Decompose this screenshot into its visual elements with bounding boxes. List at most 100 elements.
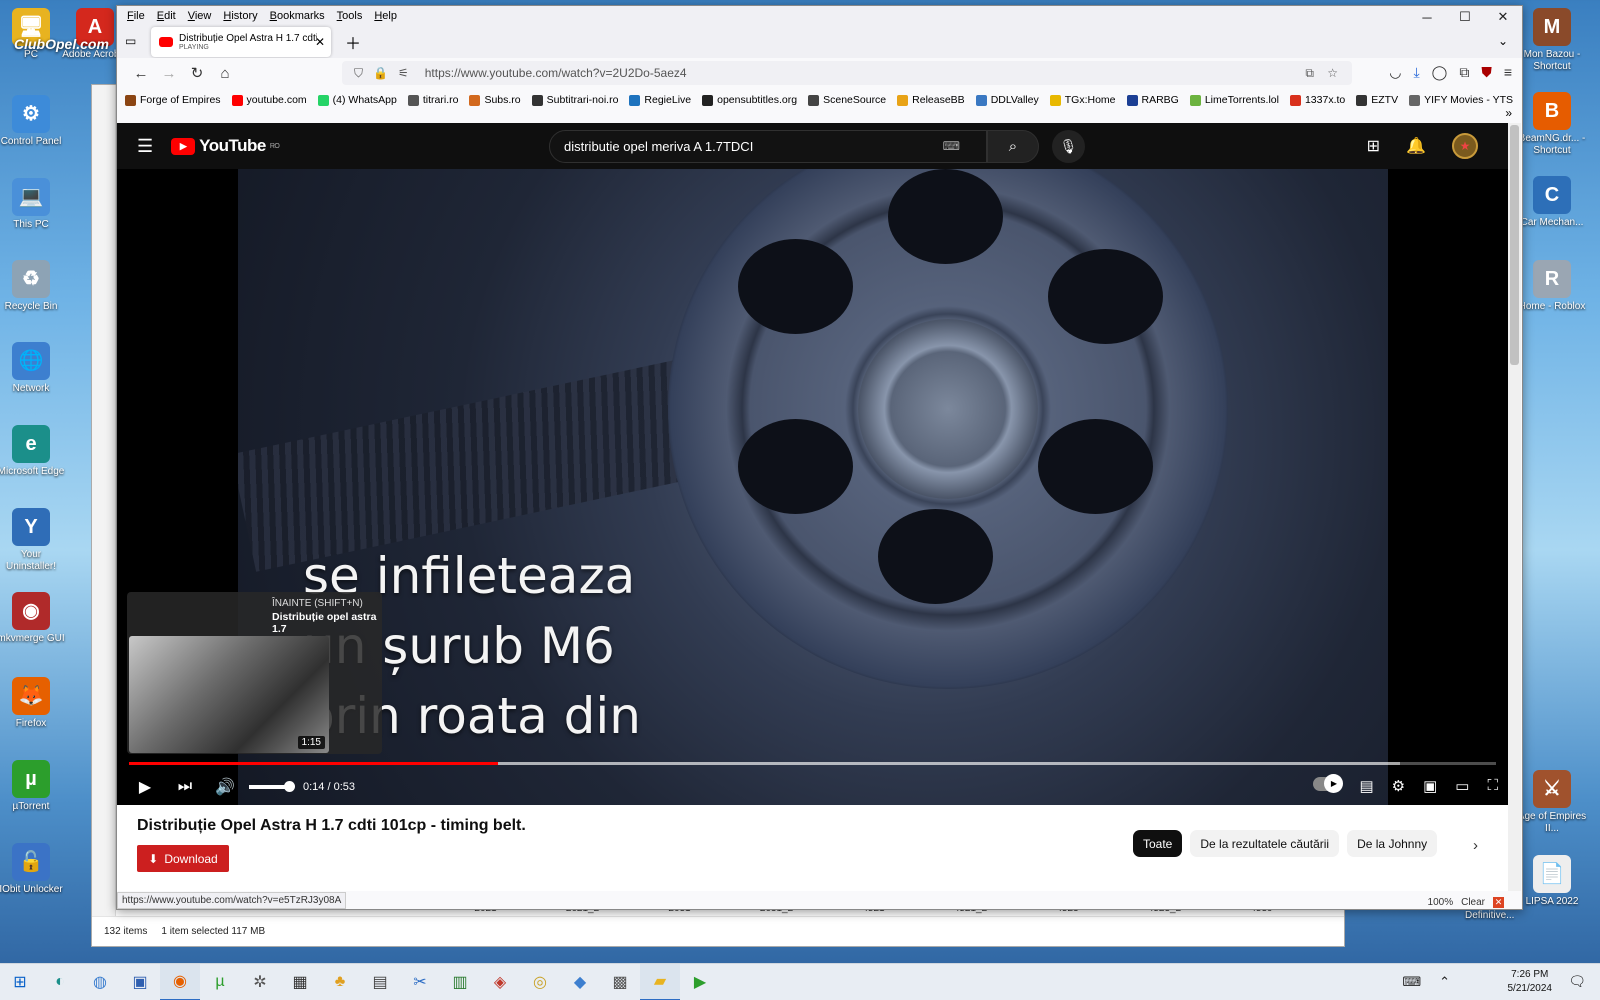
globe-icon[interactable]: ◍ — [80, 964, 120, 1000]
start-windows-icon[interactable]: ⊞ — [0, 964, 40, 1000]
calculator-taskbar-icon[interactable]: ▩ — [600, 964, 640, 1000]
more-bookmarks-icon[interactable]: » — [1505, 106, 1512, 120]
chip-1[interactable]: De la rezultatele căutării — [1190, 830, 1340, 857]
volume-slider[interactable] — [249, 781, 295, 792]
game-taskbar-icon[interactable]: ◈ — [480, 964, 520, 1000]
desktop-icon[interactable]: ♻ Recycle Bin — [0, 260, 66, 313]
reload-icon[interactable]: ↻ — [183, 64, 211, 82]
url-text[interactable]: https://www.youtube.com/watch?v=2U2Do-5a… — [425, 66, 687, 80]
file-explorer-taskbar-icon[interactable]: ▰ — [640, 963, 680, 1000]
subtitles-icon[interactable]: ▤ — [1359, 777, 1373, 795]
chip-2[interactable]: De la Johnny — [1347, 830, 1438, 857]
hamburger-menu-icon[interactable]: ☰ — [137, 136, 153, 157]
permissions-icon[interactable]: ⚟ — [398, 66, 409, 80]
firefox-taskbar-icon[interactable]: ◉ — [160, 963, 200, 1000]
desktop-icon[interactable]: ◉ mkvmerge GUI — [0, 592, 66, 645]
bookmark-item[interactable]: Subs.ro — [469, 94, 521, 106]
bookmark-item[interactable]: YIFY Movies - YTS — [1409, 94, 1513, 106]
menu-item-bookmarks[interactable]: Bookmarks — [264, 10, 331, 22]
lock-icon[interactable]: 🔒 — [373, 66, 388, 80]
save-disk-icon[interactable]: ▣ — [120, 964, 160, 1000]
settings-gear-icon[interactable]: ⚙ — [1392, 777, 1405, 795]
bookmark-item[interactable]: LimeTorrents.lol — [1189, 94, 1279, 106]
tool-taskbar-icon[interactable]: ✂ — [400, 964, 440, 1000]
autoplay-toggle[interactable] — [1313, 774, 1344, 793]
document-taskbar-icon[interactable]: ▤ — [360, 964, 400, 1000]
gear-taskbar-icon[interactable]: ✲ — [240, 964, 280, 1000]
back-icon[interactable]: ← — [127, 65, 155, 82]
youtube-logo[interactable]: ▶ YouTube RO — [171, 136, 280, 156]
forward-icon[interactable]: → — [155, 65, 183, 82]
menu-item-tools[interactable]: Tools — [331, 10, 369, 22]
chip-0[interactable]: Toate — [1133, 830, 1183, 857]
edge-icon[interactable]: ◐ — [40, 964, 80, 1000]
desktop-icon[interactable]: R Home - Roblox — [1517, 260, 1587, 313]
desktop-icon[interactable]: 🌐 Network — [0, 342, 66, 395]
scrollbar-thumb[interactable] — [1510, 125, 1519, 365]
app-taskbar-icon[interactable]: ▦ — [280, 964, 320, 1000]
theater-mode-icon[interactable]: ▭ — [1455, 777, 1469, 795]
desktop-icon[interactable]: 🔓 IObit Unlocker — [0, 843, 66, 896]
bookmark-item[interactable]: TGx:Home — [1049, 94, 1116, 106]
map-taskbar-icon[interactable]: ◆ — [560, 964, 600, 1000]
notification-center-icon[interactable]: 🗨 — [1568, 973, 1586, 990]
menu-item-file[interactable]: File — [121, 10, 151, 22]
page-scrollbar[interactable] — [1508, 123, 1521, 891]
downloads-icon[interactable]: ⤓ — [1413, 64, 1419, 81]
desktop-icon[interactable]: Y Your Uninstaller! — [0, 508, 66, 573]
bookmark-item[interactable]: DDLValley — [975, 94, 1039, 106]
bookmark-item[interactable]: SceneSource — [808, 94, 886, 106]
desktop-icon[interactable]: 📄 LIPSA 2022 — [1517, 855, 1587, 908]
chevron-up-icon[interactable]: ⌃ — [1439, 974, 1450, 990]
bookmark-item[interactable]: youtube.com — [231, 94, 307, 106]
create-video-icon[interactable]: ⊞ — [1367, 136, 1380, 156]
next-video-preview[interactable]: ÎNAINTE (SHIFT+N) Distribuție opel astra… — [127, 592, 382, 754]
desktop-icon[interactable]: 💻 This PC — [0, 178, 66, 231]
desktop-icon[interactable]: e Microsoft Edge — [0, 425, 66, 478]
pip-icon[interactable]: ⧉ — [1305, 66, 1314, 81]
bookmark-item[interactable]: 1337x.to — [1289, 94, 1345, 106]
menu-item-view[interactable]: View — [182, 10, 218, 22]
bookmark-item[interactable]: opensubtitles.org — [702, 94, 797, 106]
miniplayer-icon[interactable]: ▣ — [1423, 777, 1437, 795]
desktop-icon[interactable]: µ µTorrent — [0, 760, 66, 813]
bookmark-item[interactable]: titrari.ro — [407, 94, 458, 106]
avatar[interactable]: ★ — [1452, 133, 1478, 159]
bookmark-item[interactable]: RegieLive — [629, 94, 691, 106]
bookmark-item[interactable]: RARBG — [1126, 94, 1179, 106]
progress-bar[interactable] — [129, 762, 1496, 765]
download-button[interactable]: ⬇ Download — [137, 845, 229, 872]
close-window-icon[interactable]: ✕ — [1484, 6, 1522, 28]
keyboard-tray-icon[interactable]: ⌨ — [1402, 974, 1421, 990]
bookmark-item[interactable]: ReleaseBB — [897, 94, 965, 106]
desktop-icon[interactable]: ⚔ Age of Empires II... — [1517, 770, 1587, 835]
zoom-level[interactable]: 100% — [1428, 897, 1454, 908]
bookmark-item[interactable]: EZTV — [1356, 94, 1398, 106]
voice-search-button[interactable]: 🎙 — [1052, 130, 1085, 163]
disc-taskbar-icon[interactable]: ◎ — [520, 964, 560, 1000]
video-player[interactable]: se infileteaza un șurub M6 prin roata di… — [117, 169, 1508, 805]
search-button[interactable]: ⌕ — [987, 130, 1039, 163]
volume-icon[interactable]: 🔊 — [205, 777, 245, 797]
ublock-icon[interactable]: ⛊ — [1481, 64, 1492, 81]
desktop-icon[interactable]: M Mon Bazou - Shortcut — [1517, 8, 1587, 73]
minimize-icon[interactable]: ─ — [1408, 6, 1446, 28]
video-frame[interactable]: se infileteaza un șurub M6 prin roata di… — [238, 169, 1388, 805]
clear-label[interactable]: Clear — [1461, 897, 1485, 908]
maximize-icon[interactable]: ☐ — [1446, 6, 1484, 28]
new-tab-icon[interactable]: ＋ — [345, 30, 361, 54]
notifications-bell-icon[interactable]: 🔔 — [1406, 136, 1426, 156]
people-taskbar-icon[interactable]: ♣ — [320, 964, 360, 1000]
search-query[interactable]: distributie opel meriva A 1.7TDCI — [564, 139, 753, 154]
menu-item-history[interactable]: History — [217, 10, 263, 22]
menu-item-help[interactable]: Help — [368, 10, 403, 22]
keyboard-icon[interactable]: ⌨ — [943, 139, 960, 153]
home-icon[interactable]: ⌂ — [211, 65, 239, 82]
desktop-icon[interactable]: ⚙ Control Panel — [0, 95, 66, 148]
next-icon[interactable]: ⏭ — [165, 778, 205, 796]
shield-icon[interactable]: ⛉ — [354, 66, 363, 81]
search-input[interactable]: distributie opel meriva A 1.7TDCI ⌨ — [549, 130, 987, 163]
bookmark-item[interactable]: Subtitrari-noi.ro — [531, 94, 618, 106]
url-bar[interactable]: ⛉ 🔒 ⚟ https://www.youtube.com/watch?v=2U… — [342, 61, 1352, 85]
bookmark-star-icon[interactable]: ☆ — [1327, 66, 1338, 80]
